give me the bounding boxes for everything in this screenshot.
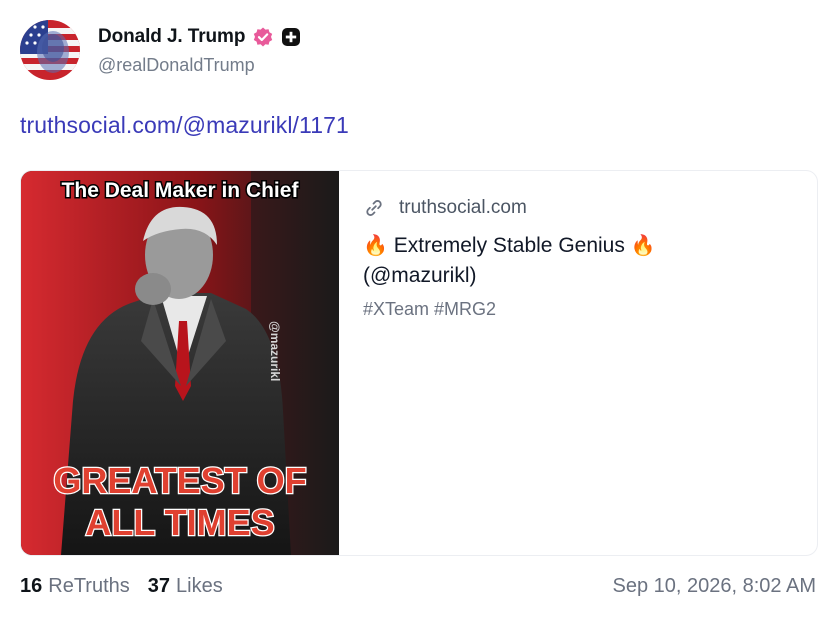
likes-label: Likes [176, 574, 223, 597]
avatar-image [20, 20, 80, 80]
card-title[interactable]: 🔥 Extremely Stable Genius 🔥 (@mazurikl) [363, 231, 793, 291]
card-domain: truthsocial.com [399, 197, 527, 218]
display-name[interactable]: Donald J. Trump [98, 26, 245, 48]
card-body: truthsocial.com 🔥 Extremely Stable Geniu… [363, 195, 793, 320]
post-link[interactable]: truthsocial.com/@mazurikl/1171 [20, 112, 349, 139]
post-timestamp[interactable]: Sep 10, 2026, 8:02 AM [613, 575, 817, 598]
plus-badge-icon [281, 27, 301, 47]
card-image-bottom-line-2: ALL TIMES [85, 502, 274, 543]
card-image-top-text: The Deal Maker in Chief [62, 179, 300, 202]
retruths-stat[interactable]: 16 ReTruths [20, 575, 130, 598]
retruths-label: ReTruths [48, 574, 130, 597]
display-name-row: Donald J. Trump [98, 24, 301, 50]
link-preview-card[interactable]: The Deal Maker in Chief @mazurikl GREATE… [20, 170, 818, 556]
card-description: #XTeam #MRG2 [363, 299, 497, 319]
card-image-bottom-line-1: GREATEST OF [53, 460, 306, 501]
fire-emoji: 🔥 [363, 235, 388, 257]
post-footer: 16 ReTruths 37 Likes Sep 10, 2026, 8:02 … [20, 572, 816, 600]
card-image-watermark: @mazurikl [268, 321, 282, 381]
card-image: The Deal Maker in Chief @mazurikl GREATE… [21, 171, 339, 555]
likes-stat[interactable]: 37 Likes [148, 575, 223, 598]
avatar[interactable] [20, 20, 80, 80]
verified-badge-icon [252, 26, 274, 48]
card-domain-row: truthsocial.com [363, 195, 793, 221]
card-title-handle: (@mazurikl) [363, 264, 477, 287]
fire-emoji: 🔥 [630, 235, 656, 257]
retruths-count: 16 [20, 574, 43, 597]
author-names: Donald J. Trump @realDonaldTrump [98, 24, 301, 76]
card-title-text: Extremely Stable Genius [393, 234, 625, 257]
post-header: Donald J. Trump @realDonaldTrump [20, 20, 301, 80]
author-handle[interactable]: @realDonaldTrump [98, 55, 301, 76]
link-icon [363, 197, 385, 219]
likes-count: 37 [147, 574, 171, 597]
